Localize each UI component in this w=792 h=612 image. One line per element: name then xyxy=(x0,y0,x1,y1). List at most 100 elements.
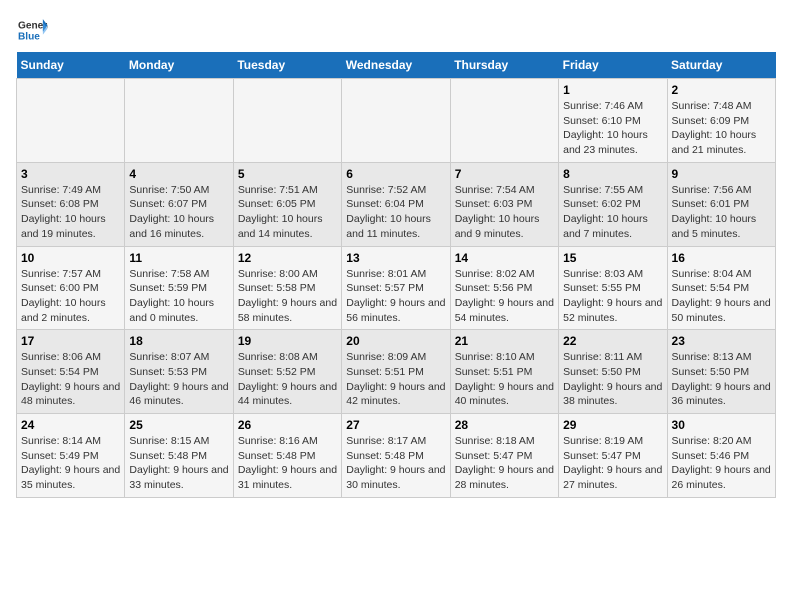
day-info: Sunrise: 8:09 AM Sunset: 5:51 PM Dayligh… xyxy=(346,350,445,409)
calendar-cell: 11Sunrise: 7:58 AM Sunset: 5:59 PM Dayli… xyxy=(125,246,233,330)
day-info: Sunrise: 8:14 AM Sunset: 5:49 PM Dayligh… xyxy=(21,434,120,493)
calendar-cell: 16 Sunrise: 8:04 AM Sunset: 5:54 PM Dayli… xyxy=(667,246,775,330)
day-info: Sunrise: 8:00 AM Sunset: 5:58 PM Dayligh… xyxy=(238,267,337,326)
day-number: 13 xyxy=(346,251,445,265)
calendar-cell: 1 Sunrise: 7:46 AM Sunset: 6:10 PM Daylig… xyxy=(559,79,667,163)
calendar-cell: 13 Sunrise: 8:01 AM Sunset: 5:57 PM Dayli… xyxy=(342,246,450,330)
day-info: Sunrise: 8:06 AM Sunset: 5:54 PM Dayligh… xyxy=(21,350,120,409)
day-number: 21 xyxy=(455,334,554,348)
calendar-cell: 21 Sunrise: 8:10 AM Sunset: 5:51 PM Dayli… xyxy=(450,330,558,414)
calendar-cell: 9 Sunrise: 7:56 AM Sunset: 6:01 PM Daylig… xyxy=(667,162,775,246)
calendar-cell: 25 Sunrise: 8:15 AM Sunset: 5:48 PM Dayli… xyxy=(125,414,233,498)
day-number: 28 xyxy=(455,418,554,432)
day-info: Sunrise: 8:20 AM Sunset: 5:46 PM Dayligh… xyxy=(672,434,771,493)
day-number: 1 xyxy=(563,83,662,97)
calendar-cell xyxy=(342,79,450,163)
calendar-cell: 6 Sunrise: 7:52 AM Sunset: 6:04 PM Daylig… xyxy=(342,162,450,246)
calendar-cell xyxy=(17,79,125,163)
day-number: 4 xyxy=(129,167,228,181)
day-number: 12 xyxy=(238,251,337,265)
calendar-cell: 22 Sunrise: 8:11 AM Sunset: 5:50 PM Dayli… xyxy=(559,330,667,414)
calendar-cell: 27 Sunrise: 8:17 AM Sunset: 5:48 PM Dayli… xyxy=(342,414,450,498)
calendar-cell: 30 Sunrise: 8:20 AM Sunset: 5:46 PM Dayli… xyxy=(667,414,775,498)
calendar-cell: 8 Sunrise: 7:55 AM Sunset: 6:02 PM Daylig… xyxy=(559,162,667,246)
calendar-week-row: 10Sunrise: 7:57 AM Sunset: 6:00 PM Dayli… xyxy=(17,246,776,330)
day-number: 7 xyxy=(455,167,554,181)
day-number: 8 xyxy=(563,167,662,181)
calendar-cell xyxy=(450,79,558,163)
calendar-cell: 20Sunrise: 8:09 AM Sunset: 5:51 PM Dayli… xyxy=(342,330,450,414)
day-number: 27 xyxy=(346,418,445,432)
day-info: Sunrise: 7:48 AM Sunset: 6:09 PM Dayligh… xyxy=(672,99,771,158)
day-info: Sunrise: 8:10 AM Sunset: 5:51 PM Dayligh… xyxy=(455,350,554,409)
logo: General Blue xyxy=(16,16,48,44)
day-info: Sunrise: 7:46 AM Sunset: 6:10 PM Dayligh… xyxy=(563,99,662,158)
calendar-cell: 12 Sunrise: 8:00 AM Sunset: 5:58 PM Dayli… xyxy=(233,246,341,330)
day-info: Sunrise: 7:49 AM Sunset: 6:08 PM Dayligh… xyxy=(21,183,120,242)
weekday-header: Tuesday xyxy=(233,52,341,79)
day-number: 25 xyxy=(129,418,228,432)
day-info: Sunrise: 7:58 AM Sunset: 5:59 PM Dayligh… xyxy=(129,267,228,326)
day-info: Sunrise: 8:17 AM Sunset: 5:48 PM Dayligh… xyxy=(346,434,445,493)
day-number: 24 xyxy=(21,418,120,432)
day-number: 17 xyxy=(21,334,120,348)
day-info: Sunrise: 7:56 AM Sunset: 6:01 PM Dayligh… xyxy=(672,183,771,242)
day-info: Sunrise: 8:01 AM Sunset: 5:57 PM Dayligh… xyxy=(346,267,445,326)
day-info: Sunrise: 7:50 AM Sunset: 6:07 PM Dayligh… xyxy=(129,183,228,242)
weekday-header-row: SundayMondayTuesdayWednesdayThursdayFrid… xyxy=(17,52,776,79)
day-number: 29 xyxy=(563,418,662,432)
calendar-week-row: 1 Sunrise: 7:46 AM Sunset: 6:10 PM Daylig… xyxy=(17,79,776,163)
day-number: 30 xyxy=(672,418,771,432)
calendar-cell: 18Sunrise: 8:07 AM Sunset: 5:53 PM Dayli… xyxy=(125,330,233,414)
header: General Blue xyxy=(16,16,776,44)
calendar-cell: 5Sunrise: 7:51 AM Sunset: 6:05 PM Daylig… xyxy=(233,162,341,246)
day-info: Sunrise: 8:07 AM Sunset: 5:53 PM Dayligh… xyxy=(129,350,228,409)
calendar-cell: 14 Sunrise: 8:02 AM Sunset: 5:56 PM Dayli… xyxy=(450,246,558,330)
calendar-week-row: 17 Sunrise: 8:06 AM Sunset: 5:54 PM Dayli… xyxy=(17,330,776,414)
svg-text:Blue: Blue xyxy=(18,31,40,42)
day-number: 6 xyxy=(346,167,445,181)
day-info: Sunrise: 7:57 AM Sunset: 6:00 PM Dayligh… xyxy=(21,267,120,326)
calendar-cell: 23 Sunrise: 8:13 AM Sunset: 5:50 PM Dayli… xyxy=(667,330,775,414)
calendar-table: SundayMondayTuesdayWednesdayThursdayFrid… xyxy=(16,52,776,498)
calendar-cell: 29 Sunrise: 8:19 AM Sunset: 5:47 PM Dayli… xyxy=(559,414,667,498)
calendar-cell: 28 Sunrise: 8:18 AM Sunset: 5:47 PM Dayli… xyxy=(450,414,558,498)
day-number: 15 xyxy=(563,251,662,265)
calendar-cell: 19 Sunrise: 8:08 AM Sunset: 5:52 PM Dayli… xyxy=(233,330,341,414)
calendar-cell: 24 Sunrise: 8:14 AM Sunset: 5:49 PM Dayli… xyxy=(17,414,125,498)
day-number: 14 xyxy=(455,251,554,265)
day-info: Sunrise: 8:15 AM Sunset: 5:48 PM Dayligh… xyxy=(129,434,228,493)
weekday-header: Thursday xyxy=(450,52,558,79)
calendar-week-row: 3 Sunrise: 7:49 AM Sunset: 6:08 PM Daylig… xyxy=(17,162,776,246)
day-info: Sunrise: 7:55 AM Sunset: 6:02 PM Dayligh… xyxy=(563,183,662,242)
calendar-cell xyxy=(125,79,233,163)
day-info: Sunrise: 8:08 AM Sunset: 5:52 PM Dayligh… xyxy=(238,350,337,409)
weekday-header: Sunday xyxy=(17,52,125,79)
day-info: Sunrise: 7:54 AM Sunset: 6:03 PM Dayligh… xyxy=(455,183,554,242)
day-number: 5 xyxy=(238,167,337,181)
day-info: Sunrise: 8:16 AM Sunset: 5:48 PM Dayligh… xyxy=(238,434,337,493)
day-number: 23 xyxy=(672,334,771,348)
day-number: 22 xyxy=(563,334,662,348)
day-number: 9 xyxy=(672,167,771,181)
calendar-cell xyxy=(233,79,341,163)
weekday-header: Friday xyxy=(559,52,667,79)
day-number: 3 xyxy=(21,167,120,181)
calendar-cell: 3 Sunrise: 7:49 AM Sunset: 6:08 PM Daylig… xyxy=(17,162,125,246)
day-info: Sunrise: 7:52 AM Sunset: 6:04 PM Dayligh… xyxy=(346,183,445,242)
day-info: Sunrise: 8:19 AM Sunset: 5:47 PM Dayligh… xyxy=(563,434,662,493)
day-number: 19 xyxy=(238,334,337,348)
day-info: Sunrise: 8:18 AM Sunset: 5:47 PM Dayligh… xyxy=(455,434,554,493)
weekday-header: Wednesday xyxy=(342,52,450,79)
day-number: 2 xyxy=(672,83,771,97)
day-info: Sunrise: 8:04 AM Sunset: 5:54 PM Dayligh… xyxy=(672,267,771,326)
calendar-cell: 26Sunrise: 8:16 AM Sunset: 5:48 PM Dayli… xyxy=(233,414,341,498)
calendar-cell: 4 Sunrise: 7:50 AM Sunset: 6:07 PM Daylig… xyxy=(125,162,233,246)
day-info: Sunrise: 8:11 AM Sunset: 5:50 PM Dayligh… xyxy=(563,350,662,409)
day-number: 16 xyxy=(672,251,771,265)
calendar-cell: 15 Sunrise: 8:03 AM Sunset: 5:55 PM Dayli… xyxy=(559,246,667,330)
day-info: Sunrise: 8:03 AM Sunset: 5:55 PM Dayligh… xyxy=(563,267,662,326)
weekday-header: Saturday xyxy=(667,52,775,79)
day-info: Sunrise: 8:13 AM Sunset: 5:50 PM Dayligh… xyxy=(672,350,771,409)
day-info: Sunrise: 8:02 AM Sunset: 5:56 PM Dayligh… xyxy=(455,267,554,326)
